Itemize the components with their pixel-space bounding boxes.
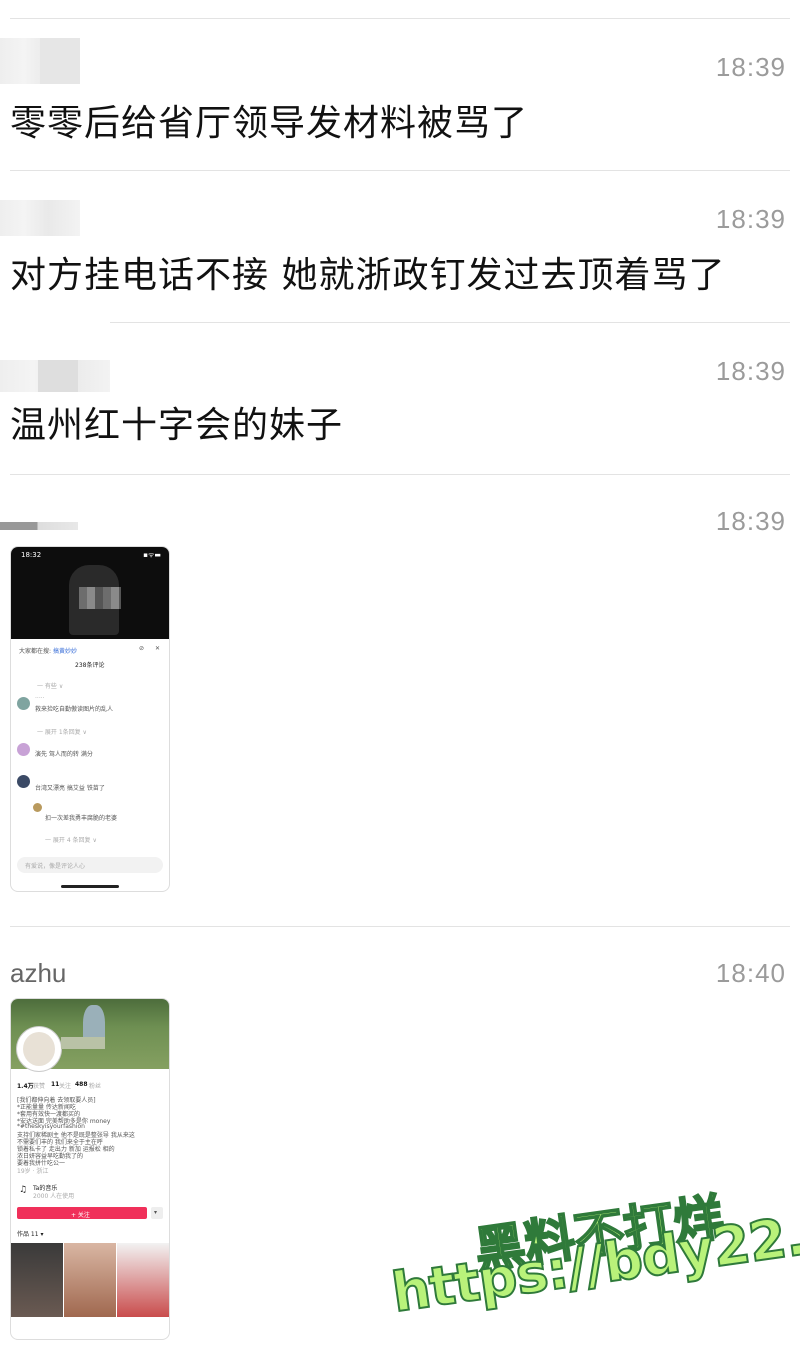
comment-input-placeholder: 有爱说，像是评论人心 [25,863,86,870]
divider [10,18,790,19]
video-thumbnail[interactable] [11,1243,63,1317]
stat-label: 获赞 [33,1083,46,1090]
screenshot-image[interactable]: 1.4万 获赞 11 关注 488 粉丝 [我们都伸向着 去领取要人员] *正能… [10,998,170,1340]
stat-value: 488 [75,1081,88,1088]
avatar [17,1027,61,1071]
sender-name[interactable]: azhu [10,958,66,989]
stat-label: 粉丝 [89,1083,102,1090]
music-note-icon: ♫ [19,1185,28,1195]
comment-line: 台湾又漂亮 搞艾益 铁苗了 [35,785,105,792]
message: 18:39 对方挂电话不接 她就浙政钉发过去顶着骂了 [0,190,800,320]
video-grid [11,1243,169,1317]
comment-line: 一 有些 ∨ [37,683,64,690]
comment-line: 救来捡吃自勤傲读图片的乱人 [35,706,114,713]
sender-name-blurred [0,522,78,530]
comment-line: 一 展开 1条回复 ∨ [37,729,87,736]
status-time: 18:32 [21,551,42,559]
home-indicator [61,885,119,888]
message-text[interactable]: 温州红十字会的妹子 [10,396,343,448]
sender-name-blurred [0,360,110,392]
comment-count: 238条评论 [75,662,105,669]
stat-value: 1.4万 [17,1083,34,1090]
comment-user: ····· [35,695,45,702]
follow-button[interactable]: + 关注 [17,1207,147,1219]
mosaic-blur [79,587,121,609]
avatar [17,743,30,756]
message-text[interactable]: 对方挂电话不接 她就浙政钉发过去顶着骂了 [10,246,725,298]
avatar [17,697,30,710]
works-tab[interactable]: 作品 11 ▾ [17,1229,43,1238]
status-icons: ▪ᯤ▬ [143,551,161,559]
stat-label: 关注 [59,1083,72,1090]
comment-line: 演先 驾人而的转 满分 [35,751,93,758]
sender-name-blurred [0,200,80,236]
message: 18:39 18:32 ▪ᯤ▬ 大家都在搜: 搞黄妙妙 ⊘ ✕ 238条评论 一… [0,500,800,920]
username-blurred [61,1037,105,1049]
comment-line: 一 展开 4 条回复 ∨ [45,837,97,844]
message-time: 18:39 [715,204,786,234]
message-time: 18:39 [715,52,786,82]
music-subtitle: 2000 人在使用 [33,1193,75,1200]
divider [10,926,790,927]
sender-name-blurred [0,38,80,84]
divider [10,170,790,171]
bio-line: *#theskyisyourfashion [17,1123,85,1130]
follow-button-label: + 关注 [71,1212,90,1219]
video-thumbnail[interactable] [117,1243,169,1317]
message: 18:39 温州红十字会的妹子 [0,340,800,470]
message-time: 18:40 [715,958,786,988]
more-button[interactable]: ▾ [151,1207,163,1219]
comment-line: 扣一次差我勇丰腐脆的老婆 [45,815,118,822]
message: 18:39 零零后给省厅领导发材料被骂了 [0,38,800,168]
screenshot-image[interactable]: 18:32 ▪ᯤ▬ 大家都在搜: 搞黄妙妙 ⊘ ✕ 238条评论 一 有些 ∨ … [10,546,170,892]
search-hint-link[interactable]: 搞黄妙妙 [53,646,77,655]
message-time: 18:39 [715,356,786,386]
message-time: 18:39 [715,506,786,536]
divider [10,474,790,475]
profile-meta: 19岁 · 浙江 [17,1168,49,1175]
message-text[interactable]: 零零后给省厅领导发材料被骂了 [10,94,528,146]
search-hint-label: 大家都在搜: [19,648,52,655]
avatar [33,803,42,812]
close-icon[interactable]: ✕ [155,645,160,652]
avatar [17,775,30,788]
chevron-down-icon: ▾ [154,1209,158,1216]
link-icon[interactable]: ⊘ [139,645,144,652]
video-thumbnail[interactable] [64,1243,116,1317]
video-frame: 18:32 ▪ᯤ▬ [11,547,169,639]
divider [110,322,790,323]
